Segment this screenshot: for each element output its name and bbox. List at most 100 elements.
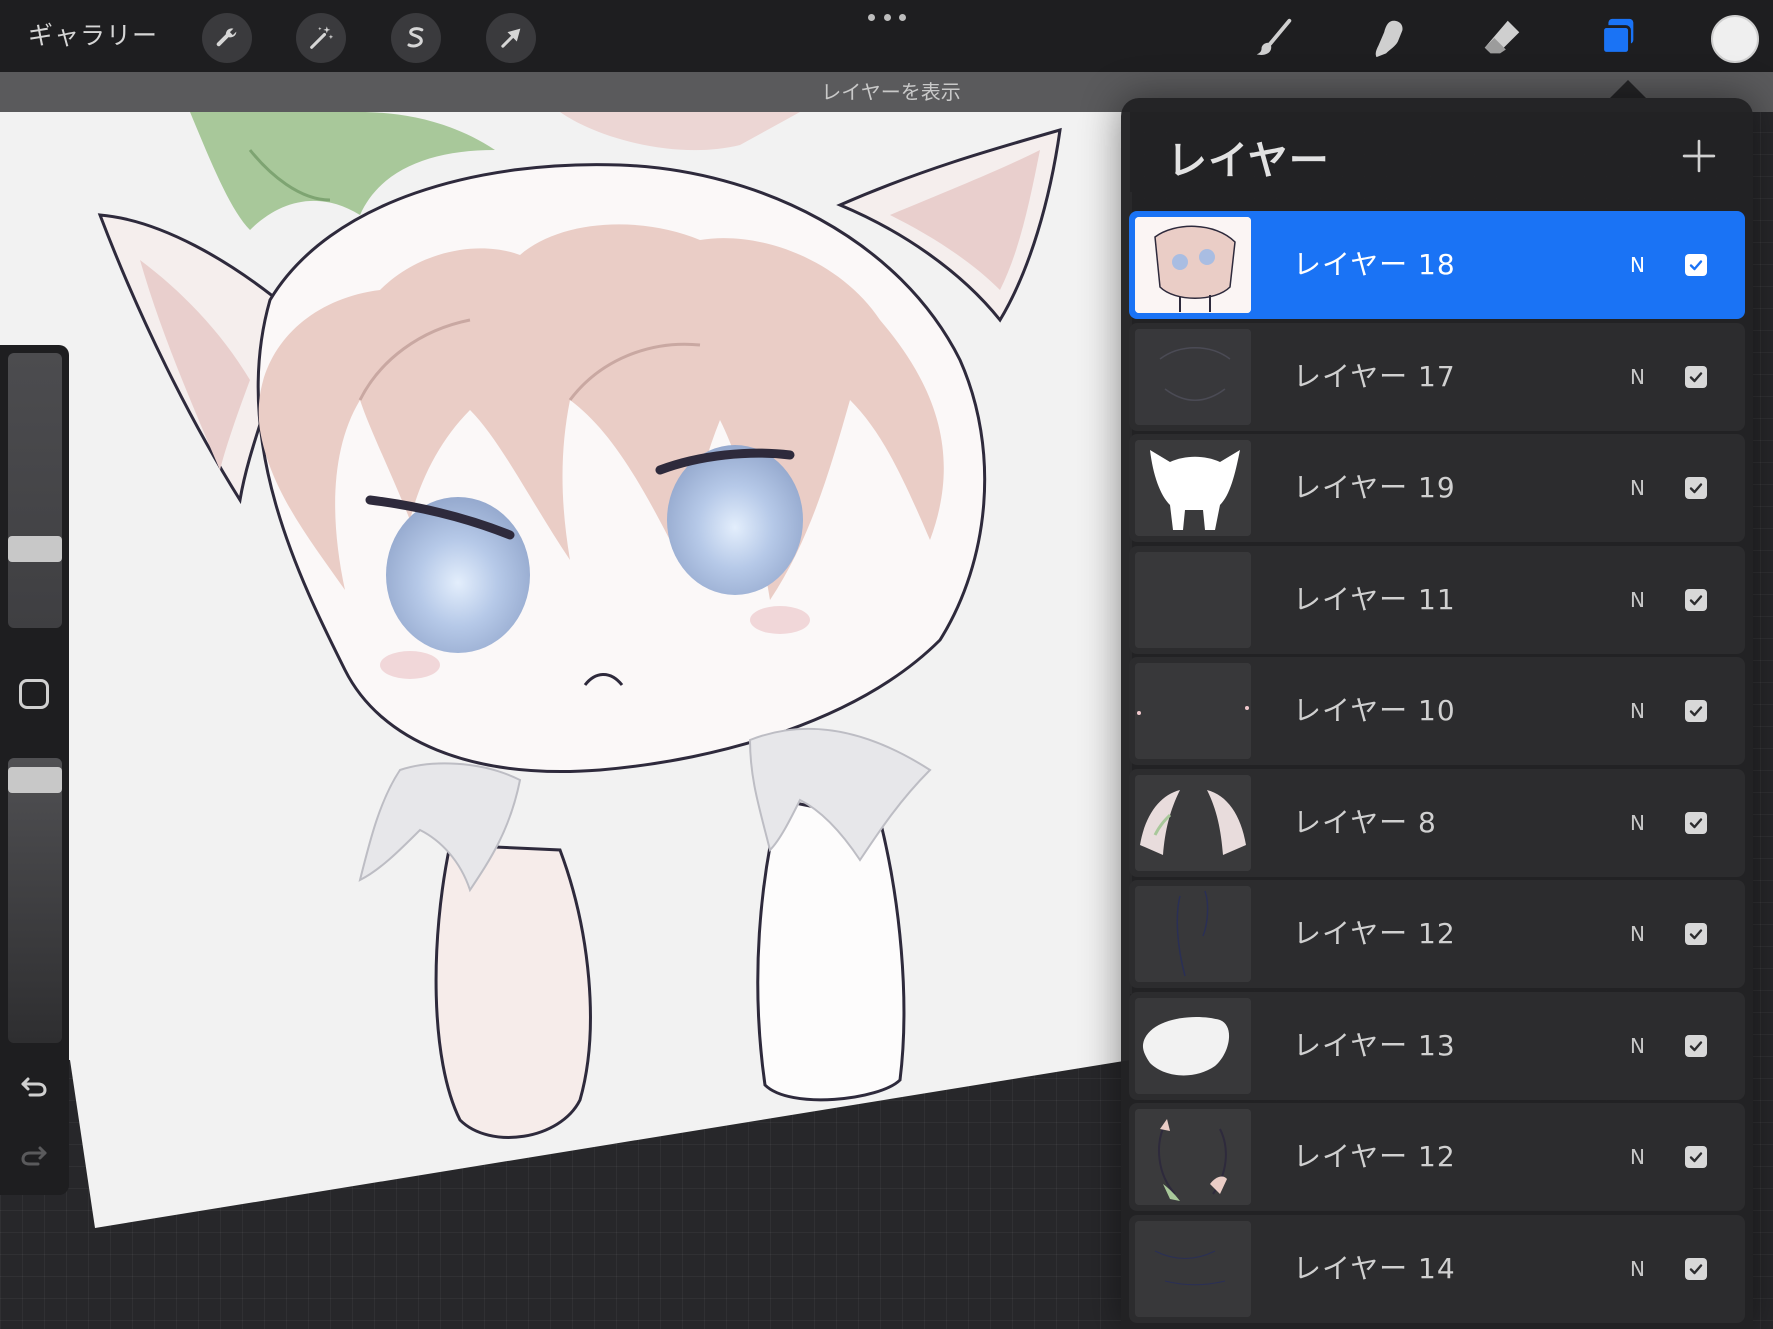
procreate-app: ギャラリー レイヤーを表示 レイヤー レイヤー 18 N レイヤー 17 N レ… [0, 0, 1773, 1329]
layer-visibility-checkbox[interactable] [1685, 365, 1707, 388]
layer-visibility-checkbox[interactable] [1685, 811, 1707, 834]
layer-row[interactable]: レイヤー 18 N [1129, 211, 1745, 319]
checkmark-icon [1689, 1040, 1703, 1051]
layer-name: レイヤー 10 [1293, 694, 1456, 727]
layer-visibility-checkbox[interactable] [1685, 923, 1707, 945]
actions-button[interactable] [202, 13, 252, 63]
layer-name: レイヤー 12 [1293, 917, 1456, 950]
layer-thumbnail [1135, 997, 1251, 1094]
layer-thumbnail [1135, 886, 1251, 982]
layer-row[interactable]: レイヤー 10 N [1129, 657, 1745, 765]
selection-button[interactable] [391, 13, 441, 63]
layer-blend-mode[interactable]: N [1630, 657, 1645, 765]
layer-row[interactable]: レイヤー 12 N [1129, 880, 1745, 988]
redo-button[interactable] [16, 1136, 52, 1172]
layer-blend-mode[interactable]: N [1630, 1215, 1645, 1323]
wrench-icon [216, 28, 237, 47]
layer-name: レイヤー 8 [1293, 805, 1437, 839]
layers-panel: レイヤー レイヤー 18 N レイヤー 17 N レイヤー 19 N レイヤー … [1121, 98, 1753, 1329]
layer-blend-mode[interactable]: N [1630, 992, 1645, 1100]
undo-icon [21, 1077, 47, 1097]
layer-visibility-checkbox[interactable] [1685, 1146, 1707, 1168]
layers-tool-button[interactable] [1592, 12, 1644, 64]
layer-thumbnail [1135, 1220, 1251, 1317]
eraser-tool-button[interactable] [1476, 12, 1528, 64]
layer-row[interactable]: レイヤー 13 N [1129, 991, 1745, 1100]
dot [883, 13, 891, 21]
layer-visibility-checkbox[interactable] [1685, 700, 1707, 722]
layer-name: レイヤー 17 [1293, 359, 1456, 393]
layer-row[interactable]: レイヤー 19 N [1129, 434, 1745, 542]
checkmark-icon [1689, 706, 1703, 717]
layer-thumbnail [1135, 1109, 1251, 1205]
layer-blend-mode[interactable]: N [1630, 1103, 1645, 1211]
layer-row[interactable]: レイヤー 17 N [1129, 322, 1745, 431]
brush-size-slider[interactable] [8, 353, 62, 628]
checkmark-icon [1689, 260, 1703, 271]
checkmark-icon [1689, 817, 1703, 828]
layer-row[interactable]: レイヤー 11 N [1129, 545, 1745, 654]
drawing-canvas[interactable] [0, 112, 1130, 1329]
layer-thumbnail [1135, 328, 1251, 425]
layer-blend-mode[interactable]: N [1630, 434, 1645, 542]
brush-opacity-thumb[interactable] [8, 767, 62, 793]
layer-visibility-checkbox[interactable] [1685, 1257, 1707, 1280]
redo-icon [21, 1146, 47, 1166]
brush-tool-button[interactable] [1248, 12, 1300, 64]
layer-thumbnail [1135, 774, 1251, 871]
layers-panel-caret [1610, 80, 1646, 98]
dot [868, 13, 875, 21]
checkmark-icon [1689, 929, 1703, 940]
layer-name: レイヤー 12 [1293, 1140, 1456, 1173]
magic-wand-icon [310, 26, 334, 49]
layer-name: レイヤー 14 [1293, 1251, 1456, 1285]
color-picker-button[interactable] [1711, 15, 1759, 63]
checkmark-icon [1689, 483, 1703, 494]
gallery-button[interactable]: ギャラリー [28, 16, 158, 56]
layer-name: レイヤー 18 [1293, 248, 1456, 281]
layer-thumbnail [1135, 440, 1251, 536]
transform-button[interactable] [486, 13, 536, 63]
arrow-cursor-icon [501, 28, 521, 48]
checkmark-icon [1689, 1152, 1703, 1163]
layer-visibility-checkbox[interactable] [1685, 254, 1707, 276]
undo-button[interactable] [16, 1067, 52, 1103]
layer-blend-mode[interactable]: N [1630, 546, 1645, 654]
brush-size-thumb[interactable] [8, 536, 62, 562]
add-layer-button[interactable] [1677, 134, 1721, 178]
checkmark-icon [1689, 594, 1703, 605]
layer-thumbnail [1135, 551, 1251, 648]
layer-row[interactable]: レイヤー 8 N [1129, 768, 1745, 877]
smudge-finger-icon [1375, 20, 1403, 58]
layer-name: レイヤー 19 [1293, 471, 1456, 504]
layer-blend-mode[interactable]: N [1630, 769, 1645, 877]
eraser-icon [1484, 20, 1520, 54]
layer-name: レイヤー 11 [1293, 582, 1456, 616]
layer-name: レイヤー 13 [1293, 1028, 1456, 1062]
dot [899, 13, 906, 21]
layer-list: レイヤー 18 N レイヤー 17 N レイヤー 19 N レイヤー 11 N … [1129, 211, 1745, 1326]
checkmark-icon [1689, 1263, 1703, 1274]
adjustments-button[interactable] [296, 13, 346, 63]
layer-thumbnail [1135, 663, 1251, 759]
layer-visibility-checkbox[interactable] [1685, 1034, 1707, 1057]
brush-icon [1256, 18, 1292, 56]
modify-button[interactable] [19, 679, 49, 709]
layers-panel-title: レイヤー [1167, 138, 1330, 184]
checkmark-icon [1689, 371, 1703, 382]
brush-opacity-slider[interactable] [8, 758, 62, 1043]
layer-thumbnail [1135, 217, 1251, 313]
smudge-tool-button[interactable] [1362, 12, 1414, 64]
selection-s-icon [407, 27, 424, 48]
plus-icon [1682, 139, 1716, 173]
layer-visibility-checkbox[interactable] [1685, 477, 1707, 499]
layer-row[interactable]: レイヤー 14 N [1129, 1214, 1745, 1323]
more-options-icon[interactable] [868, 8, 906, 26]
layer-blend-mode[interactable]: N [1630, 323, 1645, 431]
layers-icon [1601, 18, 1634, 55]
layer-row[interactable]: レイヤー 12 N [1129, 1103, 1745, 1211]
layer-blend-mode[interactable]: N [1630, 211, 1645, 319]
top-toolbar: ギャラリー [0, 0, 1773, 72]
layer-visibility-checkbox[interactable] [1685, 588, 1707, 611]
layer-blend-mode[interactable]: N [1630, 880, 1645, 988]
